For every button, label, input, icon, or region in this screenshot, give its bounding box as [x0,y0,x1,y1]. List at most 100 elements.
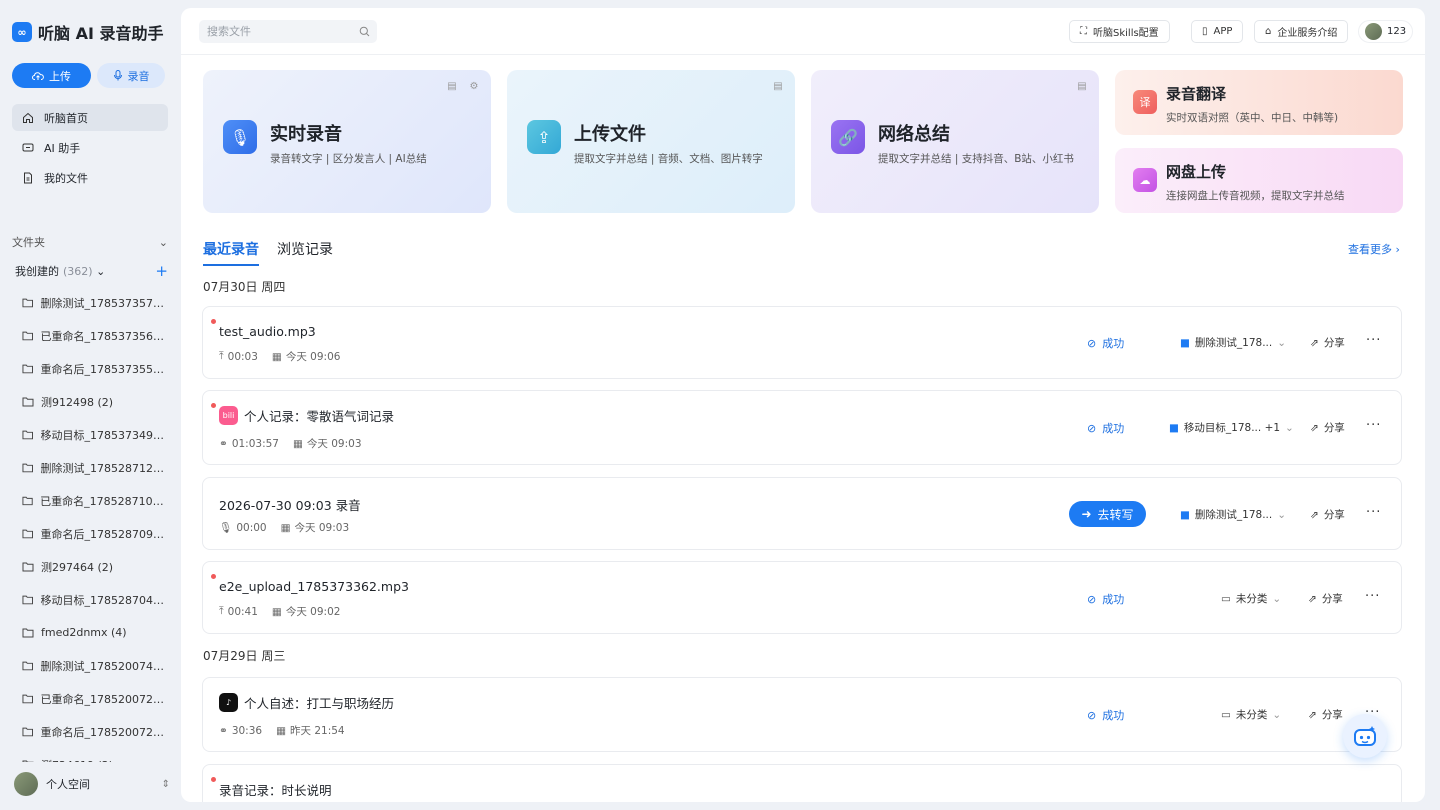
chevron-down-icon: ⌄ [1272,592,1282,605]
card-realtime-record[interactable]: ▤ ⚙ 🎙 实时录音 录音转文字 | 区分发言人 | AI总结 [203,70,491,213]
unread-dot [211,319,216,324]
folder-item[interactable]: 重命名后_1785287096 ... [22,517,168,550]
recording-title: 个人记录：零散语气词记录 [244,409,395,424]
time-value: 今天 09:03 [306,438,362,450]
duration-value: 00:03 [227,350,258,363]
share-label: 分享 [1323,337,1345,349]
sidebar-actions: 上传 录音 [12,63,165,88]
folder-icon: ■ [1180,336,1190,349]
share-icon: ⇗ [1308,708,1317,721]
folder-item[interactable]: 删除测试_1785373577 ... [22,286,168,319]
recording-time: ▦ 今天 09:03 [293,436,362,451]
folder-select[interactable]: ▭ 未分类 ⌄ [1221,591,1281,606]
status-success: ⊘ 成功 [1087,707,1124,723]
recording-title: e2e_upload_1785373362.mp3 [219,579,409,594]
my-created-label: 我创建的 (362) ⌄ [15,263,105,279]
folder-outline-icon [22,694,33,704]
search-input[interactable] [199,20,377,43]
recording-row[interactable]: bili 个人记录：零散语气词记录 ⚭ 01:03:57 ▦ 今天 09:03 ⊘ 成… [202,390,1402,465]
note-icon[interactable]: ▤ [445,79,459,93]
more-menu-icon[interactable]: ··· [1366,505,1381,520]
folder-select[interactable]: ■ 删除测试_178... ⌄ [1180,507,1286,522]
nav-item-ai-assistant[interactable]: AI 助手 [12,134,168,161]
recording-title: 录音记录：时长说明 [219,783,332,798]
nav-item-home[interactable]: 听脑首页 [12,104,168,131]
folder-select[interactable]: ■ 移动目标_178... +1 ⌄ [1169,420,1294,435]
folder-item[interactable]: 测912498 (2) [22,385,168,418]
transcribe-button[interactable]: ➜ 去转写 [1069,501,1146,527]
card-web-summary[interactable]: ▤ 🔗 网络总结 提取文字并总结 | 支持抖音、B站、小红书 [811,70,1099,213]
link-icon: ⚭ [219,437,228,450]
enterprise-button[interactable]: ⌂ 企业服务介绍 [1254,20,1349,43]
card-subtitle: 实时双语对照（英中、中日、中韩等) [1166,112,1339,124]
share-button[interactable]: ⇗ 分享 [1310,420,1345,435]
folder-item-label: 测912498 (2) [41,395,114,409]
check-circle-icon: ⊘ [1087,336,1097,350]
card-upload-file[interactable]: ▤ ⇪ 上传文件 提取文字并总结 | 音频、文档、图片转字 [507,70,795,213]
recording-duration: ⤒ 00:03 [219,349,258,364]
more-menu-icon[interactable]: ··· [1366,418,1381,433]
card-cloud-upload[interactable]: ☁ 网盘上传 连接网盘上传音视频，提取文字并总结 [1115,148,1403,213]
skills-config-button[interactable]: ⛶ 听脑Skills配置 [1069,20,1170,43]
folder-select[interactable]: ■ 删除测试_178... ⌄ [1180,335,1286,350]
share-button[interactable]: ⇗ 分享 [1308,591,1343,606]
robot-icon [1354,726,1376,746]
folder-item[interactable]: 已重命名_1785287107 (... [22,484,168,517]
my-created-group[interactable]: 我创建的 (362) ⌄ + [15,262,168,280]
more-menu-icon[interactable]: ··· [1365,589,1380,604]
recording-row[interactable]: 录音记录：时长说明 [202,764,1402,802]
note-icon[interactable]: ▤ [771,79,785,93]
record-button[interactable]: 录音 [97,63,165,88]
more-menu-icon[interactable]: ··· [1366,333,1381,348]
workspace-switcher[interactable]: 个人空间 ⇕ [14,772,170,796]
app-download-button[interactable]: ▯ APP [1191,20,1244,43]
status-success: ⊘ 成功 [1087,335,1124,351]
folder-item[interactable]: 删除测试_1785287120 ... [22,451,168,484]
nav-item-my-files[interactable]: 我的文件 [12,164,168,191]
app-brand[interactable]: ∞ 听脑 AI 录音助手 [12,20,163,44]
main-nav: 听脑首页 AI 助手 我的文件 [12,104,168,194]
add-folder-icon[interactable]: + [155,262,168,280]
folder-item[interactable]: 移动目标_1785287046 ... [22,583,168,616]
folder-item[interactable]: 重命名后_1785373552 ... [22,352,168,385]
view-more-link[interactable]: 查看更多 › [1348,241,1400,257]
folder-outline-icon [22,298,33,308]
recording-row[interactable]: 2026-07-30 09:03 录音 🎙 00:00 ▦ 今天 09:03 ➜ 去转… [202,477,1402,550]
folder-item[interactable]: 删除测试_1785200743 ... [22,649,168,682]
user-menu[interactable]: 123 [1358,20,1414,43]
bilibili-icon: bili [219,406,238,425]
card-subtitle: 提取文字并总结 | 音频、文档、图片转字 [574,153,763,165]
unread-dot [211,574,216,579]
recording-row[interactable]: e2e_upload_1785373362.mp3 ⤒ 00:41 ▦ 今天 09:… [202,561,1402,634]
folder-item[interactable]: 测724619 (2) [22,748,168,762]
skills-label: 听脑Skills配置 [1093,28,1159,39]
ai-bot-button[interactable] [1343,714,1387,758]
tab-recent[interactable]: 最近录音 [203,239,259,266]
folder-outline-icon [22,595,33,605]
folder-item[interactable]: 重命名后_1785200720 ... [22,715,168,748]
tab-history[interactable]: 浏览记录 [277,239,333,266]
app-logo-icon: ∞ [12,22,32,42]
upload-button[interactable]: 上传 [12,63,91,88]
card-record-translate[interactable]: 译 录音翻译 实时双语对照（英中、中日、中韩等) [1115,70,1403,135]
recording-row[interactable]: test_audio.mp3 ⤒ 00:03 ▦ 今天 09:06 ⊘ 成功 ■ 删除测… [202,306,1402,379]
share-button[interactable]: ⇗ 分享 [1310,335,1345,350]
recording-row[interactable]: ♪ 个人自述：打工与职场经历 ⚭ 30:36 ▦ 昨天 21:54 ⊘ 成功 ▭ 未分类… [202,677,1402,752]
folder-select[interactable]: ▭ 未分类 ⌄ [1221,707,1281,722]
gear-icon[interactable]: ⚙ [467,79,481,93]
folder-item[interactable]: 已重命名_1785200729 ... [22,682,168,715]
check-circle-icon: ⊘ [1087,592,1097,606]
switch-icon: ⇕ [161,778,170,790]
folder-item[interactable]: 移动目标_1785373497 ... [22,418,168,451]
folder-item[interactable]: 已重命名_1785373562 ... [22,319,168,352]
search-icon[interactable] [359,26,370,37]
folder-outline-icon [22,628,34,638]
share-icon: ⇗ [1308,592,1317,605]
share-button[interactable]: ⇗ 分享 [1310,507,1345,522]
folder-item[interactable]: fmed2dnmx (4) [22,616,168,649]
share-button[interactable]: ⇗ 分享 [1308,707,1343,722]
folder-item[interactable]: 测297464 (2) [22,550,168,583]
share-label: 分享 [1323,422,1345,434]
note-icon[interactable]: ▤ [1075,79,1089,93]
folders-header[interactable]: 文件夹 ⌄ [12,234,168,250]
